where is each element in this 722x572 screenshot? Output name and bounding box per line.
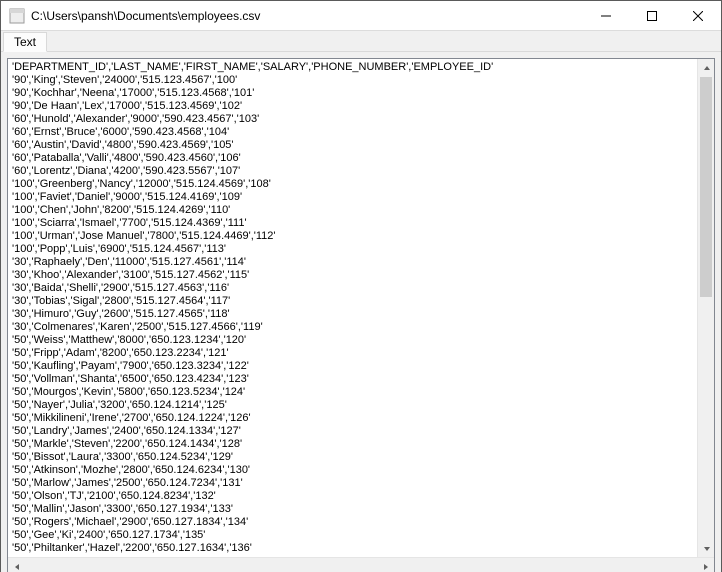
text-line: '30','Tobias','Sigal','2800','515.127.45…: [12, 295, 693, 308]
horizontal-scrollbar[interactable]: [8, 557, 714, 572]
text-line: '50','Mallin','Jason','3300','650.127.19…: [12, 503, 693, 516]
text-line: '50','Nayer','Julia','3200','650.124.121…: [12, 399, 693, 412]
text-line: '60','Lorentz','Diana','4200','590.423.5…: [12, 165, 693, 178]
text-line: '50','Marlow','James','2500','650.124.72…: [12, 477, 693, 490]
text-line: '50','Fripp','Adam','8200','650.123.2234…: [12, 347, 693, 360]
text-line: '30','Baida','Shelli','2900','515.127.45…: [12, 282, 693, 295]
close-button[interactable]: [675, 1, 721, 31]
text-line: '50','Olson','TJ','2100','650.124.8234',…: [12, 490, 693, 503]
maximize-button[interactable]: [629, 1, 675, 31]
tab-strip: Text: [1, 31, 721, 52]
window-title: C:\Users\pansh\Documents\employees.csv: [31, 9, 260, 23]
text-line: '100','Greenberg','Nancy','12000','515.1…: [12, 178, 693, 191]
tab-text[interactable]: Text: [3, 32, 47, 52]
text-line: '30','Raphaely','Den','11000','515.127.4…: [12, 256, 693, 269]
minimize-button[interactable]: [583, 1, 629, 31]
text-view[interactable]: 'DEPARTMENT_ID','LAST_NAME','FIRST_NAME'…: [8, 59, 697, 557]
text-line: '50','Atkinson','Mozhe','2800','650.124.…: [12, 464, 693, 477]
text-line: '100','Popp','Luis','6900','515.124.4567…: [12, 243, 693, 256]
text-line: '50','Markle','Steven','2200','650.124.1…: [12, 438, 693, 451]
text-line: '50','Landry','James','2400','650.124.13…: [12, 425, 693, 438]
scrollbar-thumb[interactable]: [700, 77, 712, 297]
text-line: '30','Colmenares','Karen','2500','515.12…: [12, 321, 693, 334]
text-line: '30','Khoo','Alexander','3100','515.127.…: [12, 269, 693, 282]
scroll-up-arrow-icon[interactable]: [698, 59, 714, 76]
text-line: '100','Sciarra','Ismael','7700','515.124…: [12, 217, 693, 230]
text-frame: 'DEPARTMENT_ID','LAST_NAME','FIRST_NAME'…: [7, 58, 715, 572]
text-line: '50','Vollman','Shanta','6500','650.123.…: [12, 373, 693, 386]
text-line: '100','Urman','Jose Manuel','7800','515.…: [12, 230, 693, 243]
titlebar[interactable]: C:\Users\pansh\Documents\employees.csv: [1, 1, 721, 31]
text-line: '50','Rogers','Michael','2900','650.127.…: [12, 516, 693, 529]
text-line: '50','Kaufling','Payam','7900','650.123.…: [12, 360, 693, 373]
text-line: '50','Gee','Ki','2400','650.127.1734','1…: [12, 529, 693, 542]
scroll-left-arrow-icon[interactable]: [8, 558, 25, 572]
text-line: '50','Mikkilineni','Irene','2700','650.1…: [12, 412, 693, 425]
text-line: '90','King','Steven','24000','515.123.45…: [12, 74, 693, 87]
client-area: 'DEPARTMENT_ID','LAST_NAME','FIRST_NAME'…: [1, 52, 721, 572]
text-line: 'DEPARTMENT_ID','LAST_NAME','FIRST_NAME'…: [12, 61, 693, 74]
app-icon: [9, 8, 25, 24]
text-line: '50','Mourgos','Kevin','5800','650.123.5…: [12, 386, 693, 399]
text-line: '50','Bissot','Laura','3300','650.124.52…: [12, 451, 693, 464]
text-line: '30','Himuro','Guy','2600','515.127.4565…: [12, 308, 693, 321]
text-line: '60','Hunold','Alexander','9000','590.42…: [12, 113, 693, 126]
app-window: C:\Users\pansh\Documents\employees.csv T…: [0, 0, 722, 572]
text-line: '90','De Haan','Lex','17000','515.123.45…: [12, 100, 693, 113]
text-line: '90','Kochhar','Neena','17000','515.123.…: [12, 87, 693, 100]
text-line: '60','Austin','David','4800','590.423.45…: [12, 139, 693, 152]
text-line: '50','Weiss','Matthew','8000','650.123.1…: [12, 334, 693, 347]
text-line: '100','Chen','John','8200','515.124.4269…: [12, 204, 693, 217]
scroll-down-arrow-icon[interactable]: [698, 540, 714, 557]
text-line: '60','Pataballa','Valli','4800','590.423…: [12, 152, 693, 165]
scroll-right-arrow-icon[interactable]: [697, 558, 714, 572]
text-line: '100','Faviet','Daniel','9000','515.124.…: [12, 191, 693, 204]
vertical-scrollbar[interactable]: [697, 59, 714, 557]
text-line: '60','Ernst','Bruce','6000','590.423.456…: [12, 126, 693, 139]
text-body: 'DEPARTMENT_ID','LAST_NAME','FIRST_NAME'…: [8, 59, 714, 557]
text-line: '50','Philtanker','Hazel','2200','650.12…: [12, 542, 693, 555]
